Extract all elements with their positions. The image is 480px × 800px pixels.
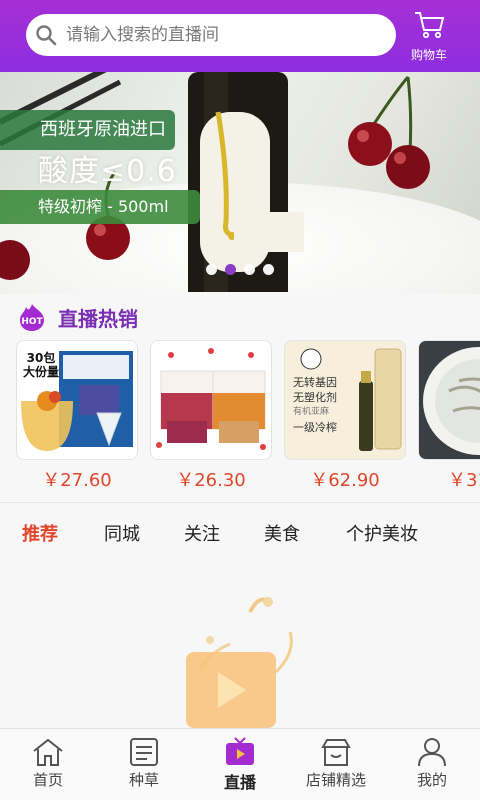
tab-recommend[interactable]: 推荐 [22, 520, 58, 546]
bottom-nav: 首页 种草 直播 店铺精选 我的 [0, 728, 480, 800]
product-card[interactable]: ￥26.30 [150, 340, 272, 490]
banner-text-grade: 特级初榨 - 500ml [0, 190, 200, 224]
product-badge-line2: 大份量 [23, 365, 60, 379]
top-bar: 购物车 [0, 0, 480, 72]
category-tabs: 推荐 同城 关注 美食 个护美妆 [0, 512, 480, 552]
product-price: ￥62.90 [310, 470, 380, 490]
cart-icon [412, 10, 446, 44]
cart-label: 购物车 [410, 48, 447, 62]
product-card[interactable]: 30包 大份量 ￥27.60 [16, 340, 138, 490]
product-claim-1: 无转基因 [293, 376, 337, 389]
product-claim-2: 无塑化剂 [293, 391, 337, 404]
search-input[interactable] [66, 25, 376, 45]
tab-beauty[interactable]: 个护美妆 [346, 520, 418, 546]
hot-sales-header: HOT 直播热销 [16, 302, 138, 332]
promo-banner[interactable]: 西班牙原油进口 酸度≤0.6 特级初榨 - 500ml [0, 72, 480, 294]
home-icon [33, 738, 63, 766]
section-divider [0, 502, 480, 503]
tab-follow[interactable]: 关注 [184, 520, 220, 546]
hot-sales-title: 直播热销 [58, 306, 138, 331]
product-image-snacks [150, 340, 272, 460]
nav-live[interactable]: 直播 [200, 737, 280, 793]
product-price: ￥31 [448, 470, 480, 490]
hot-products-list[interactable]: 30包 大份量 ￥27.60 ￥26.30 无转基因 无塑化剂 有机亚麻 一级冷… [16, 340, 480, 490]
carousel-dot[interactable] [244, 264, 255, 275]
hot-flame-icon: HOT [20, 304, 44, 331]
tv-icon [226, 737, 254, 765]
product-image-tea: 30包 大份量 [16, 340, 138, 460]
nav-stores-label: 店铺精选 [305, 771, 366, 789]
banner-text-origin: 西班牙原油进口 [0, 110, 175, 150]
product-card[interactable]: 无转基因 无塑化剂 有机亚麻 一级冷榨 ￥62.90 [284, 340, 406, 490]
tab-local[interactable]: 同城 [104, 520, 140, 546]
nav-home[interactable]: 首页 [8, 737, 88, 790]
product-price: ￥26.30 [176, 470, 246, 490]
nav-home-label: 首页 [32, 771, 63, 789]
live-feed-area [0, 552, 480, 728]
carousel-dot-active[interactable] [225, 264, 236, 275]
search-icon [26, 14, 66, 56]
oil-bottle-image [188, 72, 304, 292]
product-image-food [418, 340, 480, 460]
loading-video-icon [186, 597, 293, 728]
nav-notes[interactable]: 种草 [104, 737, 184, 790]
banner-text-acidity: 酸度≤0.6 [38, 154, 177, 189]
product-image-oil: 无转基因 无塑化剂 有机亚麻 一级冷榨 [284, 340, 406, 460]
carousel-dot[interactable] [263, 264, 274, 275]
cart-button[interactable]: 购物车 [404, 10, 454, 62]
nav-notes-label: 种草 [128, 771, 159, 789]
nav-stores[interactable]: 店铺精选 [296, 737, 376, 790]
product-claim-3: 有机亚麻 [293, 407, 330, 417]
nav-mine[interactable]: 我的 [392, 737, 472, 790]
hot-badge-text: HOT [21, 317, 43, 327]
notes-icon [130, 738, 158, 766]
product-claim-4: 一级冷榨 [293, 421, 337, 434]
search-bar[interactable] [26, 14, 396, 56]
product-card[interactable]: ￥31 [418, 340, 480, 490]
product-price: ￥27.60 [42, 470, 112, 490]
tab-food[interactable]: 美食 [264, 520, 300, 546]
nav-live-label: 直播 [223, 773, 256, 792]
user-icon [418, 738, 446, 767]
nav-mine-label: 我的 [416, 771, 447, 789]
store-icon [321, 739, 351, 766]
product-badge-line1: 30包 [26, 351, 56, 365]
carousel-dot[interactable] [206, 264, 217, 275]
carousel-dots[interactable] [0, 264, 480, 275]
